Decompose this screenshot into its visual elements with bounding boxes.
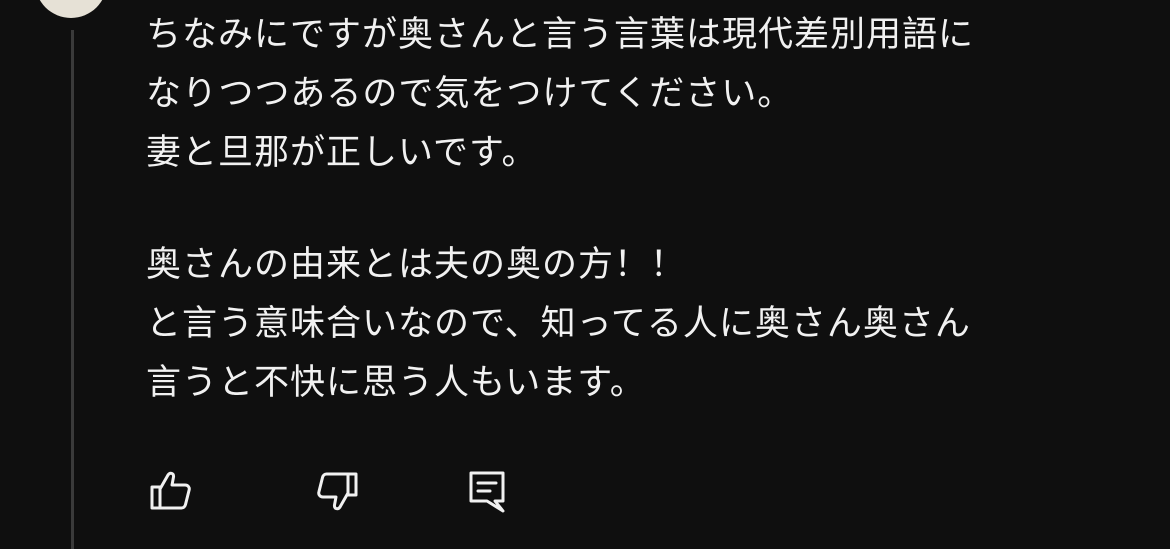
comment-line: ちなみにですが奥さんと言う言葉は現代差別用語に — [146, 15, 975, 55]
comment-text: ちなみにですが奥さんと言う言葉は現代差別用語に なりつつあるので気をつけてくださ… — [146, 6, 1146, 413]
dislike-button[interactable] — [312, 466, 362, 516]
comment-line: 奥さんの由来とは夫の奥の方！！ — [146, 245, 687, 285]
reply-button[interactable] — [462, 466, 512, 516]
comment-icon — [469, 471, 505, 513]
comment-line: 妻と旦那が正しいです。 — [146, 133, 538, 173]
thumbs-down-icon — [317, 472, 358, 511]
comment-line: 言うと不快に思う人もいます。 — [146, 363, 646, 403]
thread-line — [71, 30, 74, 549]
thumbs-up-icon — [150, 471, 191, 510]
like-button[interactable] — [146, 466, 196, 516]
comment-line: と言う意味合いなので、知ってる人に奥さん奥さん — [146, 304, 971, 344]
comment-line-blank — [146, 183, 1146, 236]
avatar[interactable] — [35, 0, 107, 18]
comment-line: なりつつあるので気をつけてください。 — [146, 74, 794, 114]
